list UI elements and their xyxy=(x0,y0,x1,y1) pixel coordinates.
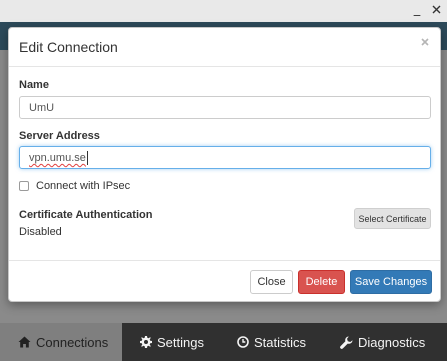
tab-statistics[interactable]: Statistics xyxy=(218,323,321,361)
close-button[interactable]: Close xyxy=(250,270,293,294)
close-icon xyxy=(421,38,429,46)
name-label: Name xyxy=(19,79,49,91)
tab-diagnostics-label: Diagnostics xyxy=(358,334,426,350)
window-close-button[interactable] xyxy=(429,2,443,18)
text-caret xyxy=(87,151,88,165)
name-value: UmU xyxy=(29,102,55,114)
server-address-value: vpn.umu.se xyxy=(29,152,86,164)
bottom-tab-bar: Connections Settings Statistics Diagnost… xyxy=(0,323,447,361)
save-changes-button[interactable]: Save Changes xyxy=(350,270,432,294)
dialog-close-button[interactable] xyxy=(421,38,433,50)
minimize-button[interactable]: _ xyxy=(410,2,424,18)
dialog-footer-divider xyxy=(9,260,440,261)
ipsec-label[interactable]: Connect with IPsec xyxy=(36,180,130,192)
name-field[interactable]: UmU xyxy=(19,96,431,119)
certificate-status: Disabled xyxy=(19,226,62,238)
server-address-field[interactable]: vpn.umu.se xyxy=(19,146,431,169)
dialog-title: Edit Connection xyxy=(19,39,118,55)
x-icon xyxy=(432,5,440,14)
certificate-auth-label: Certificate Authentication xyxy=(19,209,153,221)
dialog-header: Edit Connection xyxy=(9,28,440,67)
gear-icon xyxy=(140,336,152,348)
select-certificate-button[interactable]: Select Certificate xyxy=(354,208,431,229)
wrench-icon xyxy=(340,336,353,349)
tab-statistics-label: Statistics xyxy=(254,334,307,350)
delete-button[interactable]: Delete xyxy=(298,270,345,294)
window-titlebar: _ xyxy=(0,0,447,22)
edit-connection-dialog: Edit Connection Name UmU Server Address … xyxy=(8,27,441,302)
tab-diagnostics[interactable]: Diagnostics xyxy=(321,323,447,361)
tab-connections-label: Connections xyxy=(36,334,109,350)
tab-connections[interactable]: Connections xyxy=(0,323,122,361)
tab-settings-label: Settings xyxy=(157,334,204,350)
ipsec-checkbox[interactable] xyxy=(19,181,29,191)
home-icon xyxy=(18,336,31,348)
tab-settings[interactable]: Settings xyxy=(122,323,218,361)
clock-icon xyxy=(237,336,249,348)
ipsec-option[interactable]: Connect with IPsec xyxy=(19,179,130,193)
server-address-label: Server Address xyxy=(19,130,100,142)
